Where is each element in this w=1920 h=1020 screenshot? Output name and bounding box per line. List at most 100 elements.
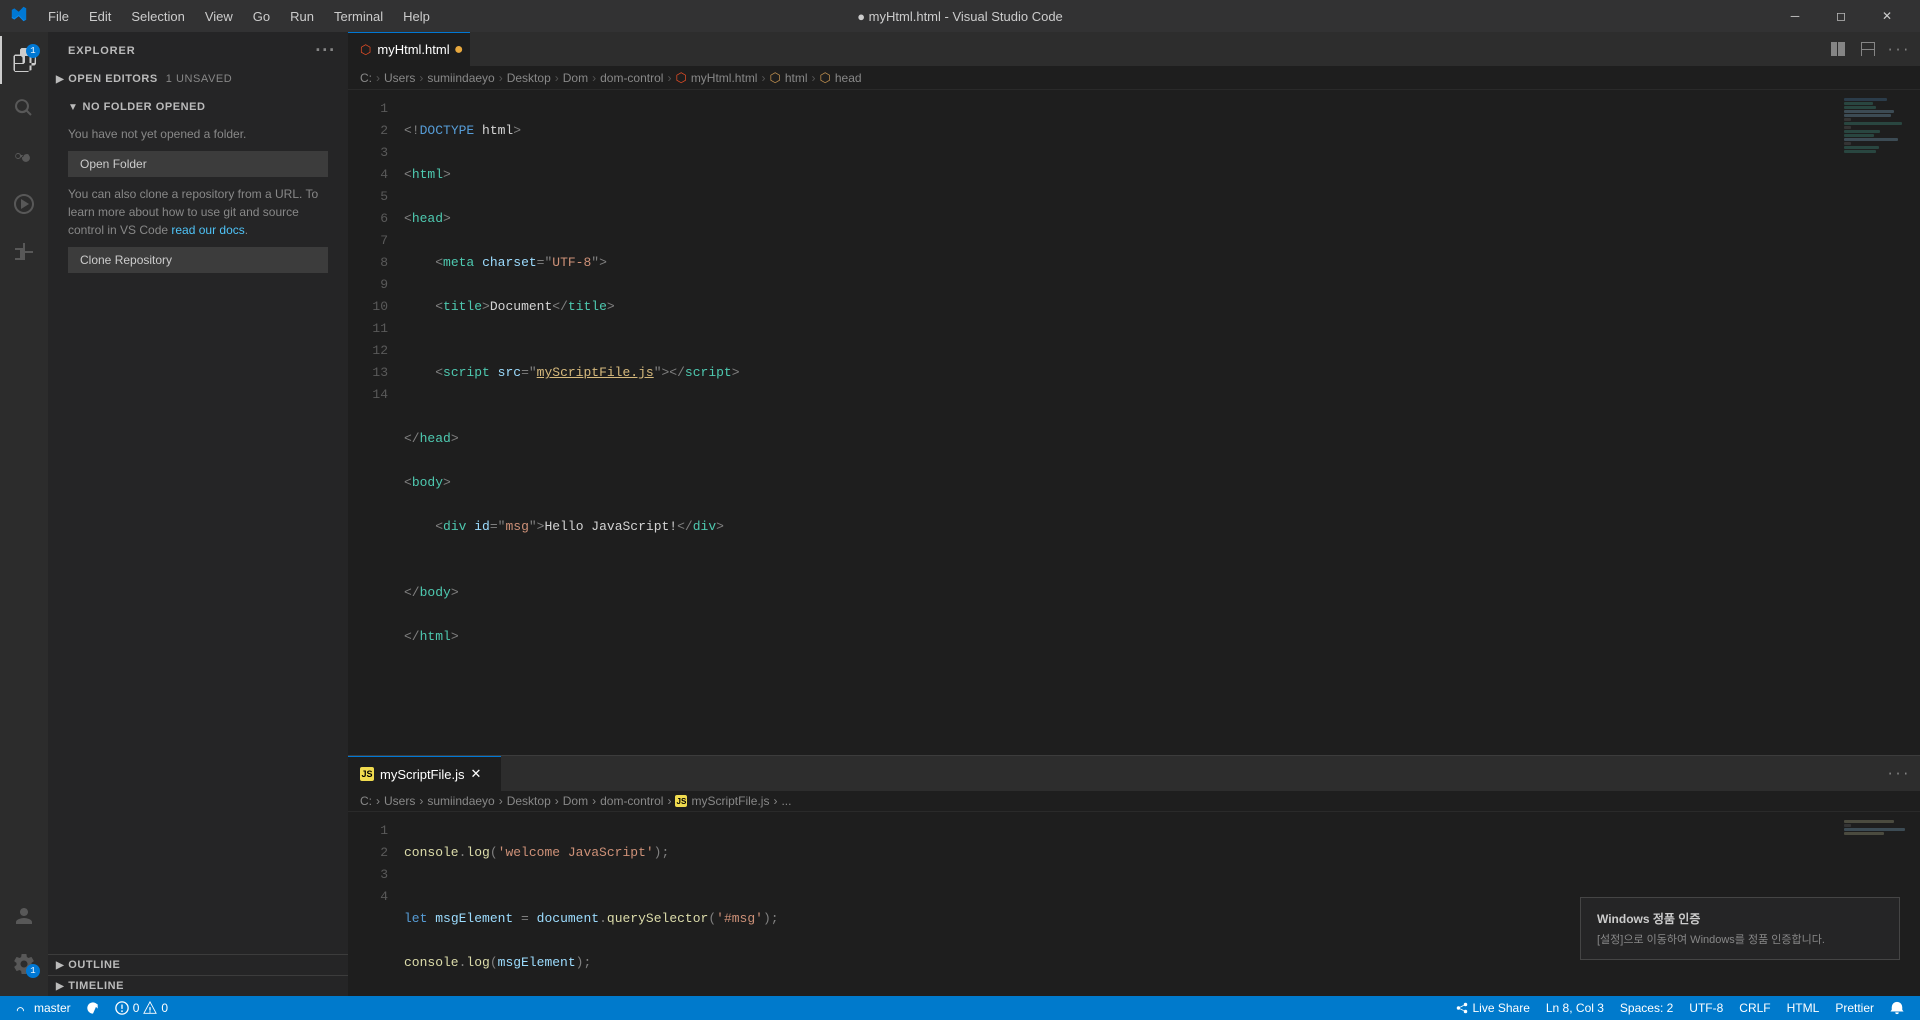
menu-terminal[interactable]: Terminal — [324, 5, 393, 28]
close-button[interactable]: ✕ — [1864, 0, 1910, 32]
language-label: HTML — [1787, 1001, 1820, 1015]
explorer-activity-icon[interactable]: 1 — [0, 36, 48, 84]
account-activity-icon[interactable] — [0, 892, 48, 940]
outline-section[interactable]: ▶ OUTLINE — [48, 954, 348, 975]
script-bc-users[interactable]: Users — [384, 794, 415, 808]
script-bc-desktop[interactable]: Desktop — [507, 794, 551, 808]
formatter[interactable]: Prettier — [1827, 996, 1882, 1020]
sidebar: EXPLORER ··· ▶ OPEN EDITORS 1 UNSAVED ▼ … — [48, 32, 348, 996]
outline-arrow: ▶ — [56, 960, 64, 971]
read-docs-link[interactable]: read our docs — [171, 223, 244, 237]
run-debug-activity-icon[interactable] — [0, 180, 48, 228]
split-editor-button[interactable] — [1824, 35, 1852, 63]
html-tab-icon: ⬡ — [360, 42, 371, 58]
timeline-section[interactable]: ▶ TIMELINE — [48, 975, 348, 996]
sidebar-header: EXPLORER ··· — [48, 32, 348, 69]
script-pane: JS myScriptFile.js ✕ ··· C: › Users › su… — [348, 756, 1920, 996]
encoding-label: UTF-8 — [1689, 1001, 1723, 1015]
open-editors-label: OPEN EDITORS — [68, 73, 158, 85]
tabs-actions: ··· — [1824, 35, 1920, 63]
settings-badge: 1 — [26, 964, 40, 978]
tab-myhtml-label: myHtml.html — [377, 42, 449, 57]
minimize-button[interactable]: ─ — [1772, 0, 1818, 32]
open-editors-header[interactable]: ▶ OPEN EDITORS 1 UNSAVED — [48, 69, 348, 89]
more-actions-button[interactable]: ··· — [1884, 35, 1912, 63]
settings-activity-icon[interactable]: 1 — [0, 940, 48, 988]
breadcrumb-html-elem-icon: ⬡ — [769, 70, 780, 86]
script-more-actions[interactable]: ··· — [1884, 760, 1912, 788]
extensions-activity-icon[interactable] — [0, 228, 48, 276]
menu-view[interactable]: View — [195, 5, 243, 28]
cursor-position[interactable]: Ln 8, Col 3 — [1538, 996, 1612, 1020]
sync-status[interactable] — [79, 996, 107, 1020]
breadcrumb-user[interactable]: sumiindaeyo — [427, 71, 494, 85]
breadcrumb-html-tag[interactable]: html — [785, 71, 808, 85]
language-mode[interactable]: HTML — [1779, 996, 1828, 1020]
tab-myscript-close[interactable]: ✕ — [471, 766, 482, 782]
html-breadcrumb: C: › Users › sumiindaeyo › Desktop › Dom… — [348, 67, 1920, 90]
script-line-numbers: 1234 — [348, 812, 396, 996]
unsaved-count: 1 UNSAVED — [166, 73, 233, 85]
crlf-label: CRLF — [1739, 1001, 1770, 1015]
clone-repository-button[interactable]: Clone Repository — [68, 247, 328, 273]
menu-file[interactable]: File — [38, 5, 79, 28]
tab-myhtml[interactable]: ⬡ myHtml.html ● — [348, 32, 470, 67]
breadcrumb-desktop[interactable]: Desktop — [507, 71, 551, 85]
js-tab-icon: JS — [360, 767, 374, 781]
no-folder-label: NO FOLDER OPENED — [82, 101, 205, 113]
live-share-status[interactable]: Live Share — [1447, 996, 1538, 1020]
open-folder-button[interactable]: Open Folder — [68, 151, 328, 177]
timeline-arrow: ▶ — [56, 981, 64, 992]
breadcrumb-filename[interactable]: myHtml.html — [691, 71, 758, 85]
spaces-label: Spaces: 2 — [1620, 1001, 1673, 1015]
menu-edit[interactable]: Edit — [79, 5, 121, 28]
activity-bar: 1 — [0, 32, 48, 996]
no-folder-header[interactable]: ▼ NO FOLDER OPENED — [68, 97, 328, 117]
branch-name: master — [34, 1001, 71, 1015]
html-code-content: 12345 678910 11121314 <!DOCTYPE html> <h… — [348, 90, 1920, 755]
search-activity-icon[interactable] — [0, 84, 48, 132]
outline-label: OUTLINE — [68, 959, 120, 971]
breadcrumb-head-tag[interactable]: head — [835, 71, 862, 85]
breadcrumb-html-icon: ⬡ — [675, 70, 686, 86]
html-line-numbers: 12345 678910 11121314 — [348, 90, 396, 755]
script-bc-filename[interactable]: myScriptFile.js — [691, 794, 769, 808]
script-bc-user[interactable]: sumiindaeyo — [427, 794, 494, 808]
breadcrumb-head-elem-icon: ⬡ — [820, 70, 831, 86]
script-bc-dom[interactable]: Dom — [563, 794, 588, 808]
script-bc-drive[interactable]: C: — [360, 794, 372, 808]
title-bar: File Edit Selection View Go Run Terminal… — [0, 0, 1920, 32]
tab-myscript[interactable]: JS myScriptFile.js ✕ — [348, 756, 501, 791]
sidebar-more-button[interactable]: ··· — [315, 40, 336, 61]
menu-go[interactable]: Go — [243, 5, 280, 28]
menu-selection[interactable]: Selection — [121, 5, 194, 28]
errors-warnings[interactable]: 0 0 — [107, 996, 176, 1020]
auth-popup-title: Windows 정품 인증 — [1597, 910, 1883, 927]
encoding[interactable]: UTF-8 — [1681, 996, 1731, 1020]
breadcrumb-dom[interactable]: Dom — [563, 71, 588, 85]
no-folder-description: You have not yet opened a folder. — [68, 125, 328, 143]
script-bc-domcontrol[interactable]: dom-control — [600, 794, 663, 808]
editor-area: ⬡ myHtml.html ● ··· C: — [348, 32, 1920, 996]
breadcrumb-dom-control[interactable]: dom-control — [600, 71, 663, 85]
breadcrumb-users[interactable]: Users — [384, 71, 415, 85]
notifications[interactable] — [1882, 996, 1912, 1020]
branch-status[interactable]: master — [8, 996, 79, 1020]
editor-tabs-bar: ⬡ myHtml.html ● ··· — [348, 32, 1920, 67]
live-share-label: Live Share — [1473, 1001, 1530, 1015]
activity-bar-bottom: 1 — [0, 892, 48, 996]
menu-help[interactable]: Help — [393, 5, 440, 28]
breadcrumb-drive[interactable]: C: — [360, 71, 372, 85]
formatter-label: Prettier — [1835, 1001, 1874, 1015]
script-tabs-bar: JS myScriptFile.js ✕ ··· — [348, 756, 1920, 791]
menu-run[interactable]: Run — [280, 5, 324, 28]
line-ending[interactable]: CRLF — [1731, 996, 1778, 1020]
toggle-panel-button[interactable] — [1854, 35, 1882, 63]
no-folder-section: ▼ NO FOLDER OPENED You have not yet open… — [48, 89, 348, 289]
maximize-button[interactable]: ◻ — [1818, 0, 1864, 32]
no-folder-arrow: ▼ — [68, 102, 78, 113]
html-code-lines[interactable]: <!DOCTYPE html> <html> <head> <meta char… — [396, 90, 1840, 755]
source-control-activity-icon[interactable] — [0, 132, 48, 180]
script-bc-more[interactable]: ... — [781, 794, 791, 808]
indentation[interactable]: Spaces: 2 — [1612, 996, 1681, 1020]
